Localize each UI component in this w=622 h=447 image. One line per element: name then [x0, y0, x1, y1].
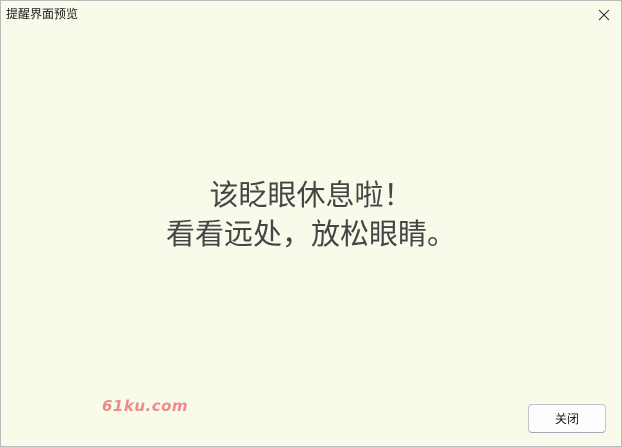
window-title: 提醒界面预览 [6, 7, 79, 21]
watermark: 61ku.com [102, 397, 189, 415]
close-icon [598, 9, 610, 20]
title-bar: 提醒界面预览 [1, 1, 621, 28]
reminder-message-line-2: 看看远处，放松眼睛。 [165, 217, 456, 251]
reminder-message-line-1: 该眨眼休息啦！ [209, 178, 413, 212]
reminder-content: 该眨眼休息啦！ 看看远处，放松眼睛。 61ku.com 关闭 [1, 28, 621, 446]
window-close-button[interactable] [587, 1, 621, 28]
reminder-preview-window: 提醒界面预览 该眨眼休息啦！ 看看远处，放松眼睛。 61ku.com 关闭 [0, 0, 622, 447]
close-button[interactable]: 关闭 [528, 404, 606, 433]
reminder-message: 该眨眼休息啦！ 看看远处，放松眼睛。 [1, 176, 621, 254]
